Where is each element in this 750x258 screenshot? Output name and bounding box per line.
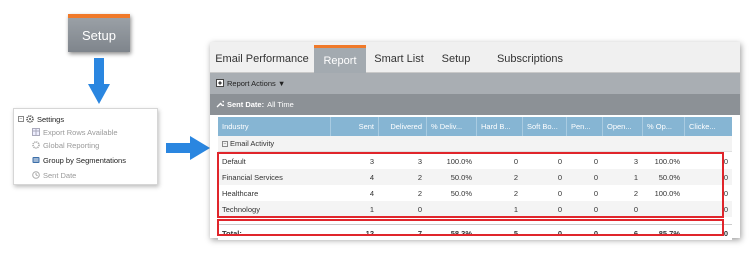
filter-bar[interactable]: Sent Date: All Time bbox=[210, 94, 740, 115]
report-window: Email Performance Report Smart List Setu… bbox=[210, 42, 740, 240]
collapse-icon[interactable]: − bbox=[18, 116, 24, 122]
gear-icon bbox=[32, 141, 40, 149]
tab-report[interactable]: Report bbox=[314, 45, 366, 73]
column-header-delivered-pct[interactable]: % Deliv... bbox=[426, 117, 476, 136]
column-header-industry[interactable]: Industry bbox=[218, 117, 330, 136]
tab-bar: Email Performance Report Smart List Setu… bbox=[210, 42, 740, 73]
tab-subscriptions[interactable]: Subscriptions bbox=[484, 45, 576, 73]
column-header-hard-bounce[interactable]: Hard B... bbox=[476, 117, 522, 136]
filter-label: Sent Date: bbox=[227, 100, 265, 109]
arrow-right-icon bbox=[166, 136, 210, 160]
tree-item-label: Export Rows Available bbox=[43, 127, 118, 137]
tree-item-global-reporting[interactable]: Global Reporting bbox=[32, 139, 99, 151]
report-toolbar: Report Actions ▼ bbox=[210, 73, 740, 94]
tree-item-group-by-segmentations[interactable]: Group by Segmentations bbox=[32, 154, 126, 166]
tree-item-settings[interactable]: − Settings bbox=[18, 113, 64, 125]
column-header-clicked[interactable]: Clicke... bbox=[684, 117, 732, 136]
setup-button[interactable]: Setup bbox=[68, 14, 130, 52]
arrow-down-icon bbox=[88, 58, 110, 104]
wrench-icon bbox=[216, 100, 226, 110]
tab-smart-list[interactable]: Smart List bbox=[370, 45, 428, 73]
group-label: Email Activity bbox=[230, 139, 275, 148]
gear-icon bbox=[26, 115, 34, 123]
segment-icon bbox=[32, 156, 40, 164]
tree-item-label: Sent Date bbox=[43, 170, 77, 180]
settings-tree-panel: − Settings Export Rows Available Global … bbox=[13, 108, 158, 185]
column-header-soft-bounce[interactable]: Soft Bo... bbox=[522, 117, 566, 136]
group-row-email-activity[interactable]: − Email Activity bbox=[218, 136, 732, 152]
clock-icon bbox=[32, 171, 40, 179]
tab-setup[interactable]: Setup bbox=[434, 45, 478, 73]
highlight-total-box bbox=[217, 219, 724, 236]
column-header-pending[interactable]: Pen... bbox=[566, 117, 602, 136]
filter-value: All Time bbox=[267, 100, 294, 109]
column-header-opened[interactable]: Open... bbox=[602, 117, 642, 136]
tree-item-label: Global Reporting bbox=[43, 140, 100, 150]
collapse-icon[interactable]: − bbox=[222, 140, 228, 147]
highlight-rows-box bbox=[217, 152, 724, 218]
table-icon bbox=[32, 128, 40, 136]
report-actions-menu[interactable]: Report Actions ▼ bbox=[227, 79, 285, 88]
tree-item-export-rows[interactable]: Export Rows Available bbox=[32, 126, 117, 138]
column-header-delivered[interactable]: Delivered bbox=[378, 117, 426, 136]
grid-header: Industry Sent Delivered % Deliv... Hard … bbox=[218, 117, 732, 136]
tab-email-performance[interactable]: Email Performance bbox=[210, 45, 314, 73]
tree-item-sent-date[interactable]: Sent Date bbox=[32, 169, 76, 181]
column-header-opened-pct[interactable]: % Op... bbox=[642, 117, 684, 136]
tree-item-label: Group by Segmentations bbox=[43, 155, 126, 165]
column-header-sent[interactable]: Sent bbox=[330, 117, 378, 136]
report-actions-icon bbox=[216, 78, 224, 89]
tree-item-label: Settings bbox=[37, 114, 65, 124]
